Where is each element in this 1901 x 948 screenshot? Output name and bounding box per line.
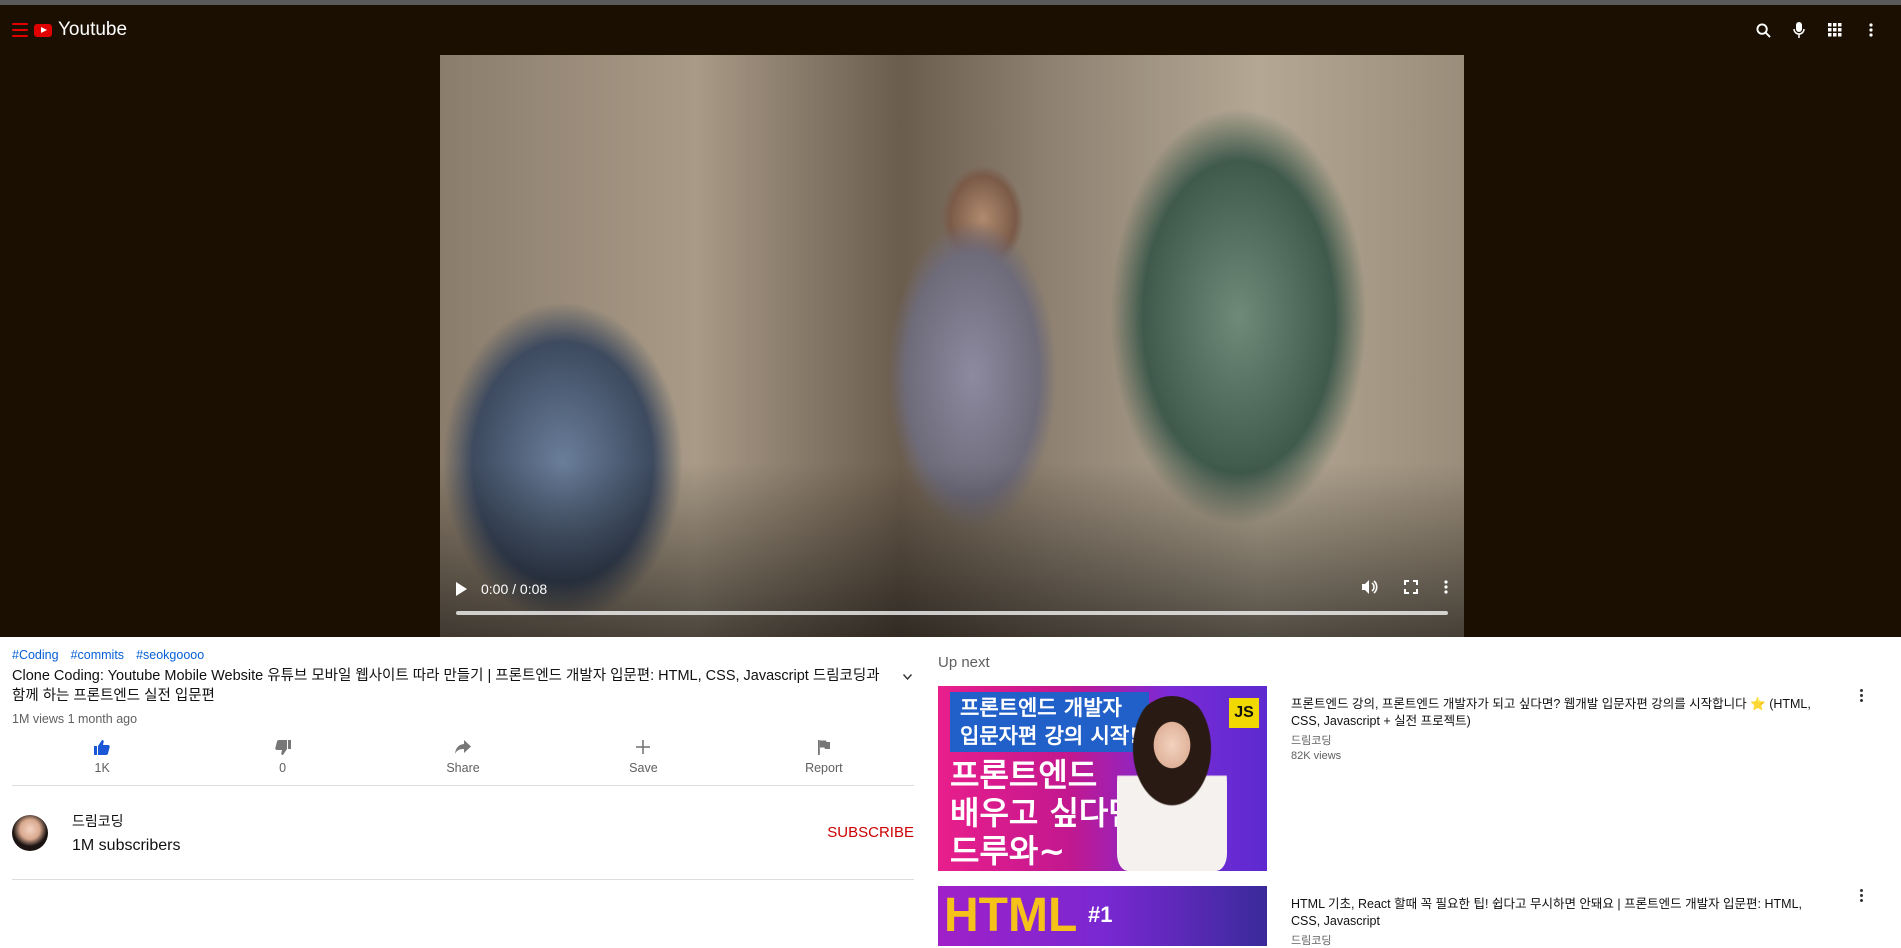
- video-meta: 1M views 1 month ago: [12, 712, 138, 726]
- more-vert-icon[interactable]: [1863, 22, 1879, 38]
- share-button[interactable]: Share: [373, 738, 553, 775]
- thumbnail-person: [1117, 696, 1227, 871]
- thumbs-up-icon: [93, 738, 111, 756]
- action-bar: 1K 0 Share Save Report: [12, 738, 914, 786]
- hashtag[interactable]: #commits: [71, 648, 124, 662]
- list-item[interactable]: 프론트엔드 개발자 입문자편 강의 시작! 프론트엔드 배우고 싶다면 드루와~ JS…: [938, 686, 1888, 871]
- fullscreen-icon[interactable]: [1404, 579, 1418, 598]
- thumbnail-caption: 프론트엔드 개발자 입문자편 강의 시작!: [950, 692, 1149, 752]
- header-actions: [1755, 22, 1879, 38]
- card-channel: 드림코딩: [1291, 735, 1332, 747]
- channel-text: 드림코딩 1M subscribers: [72, 811, 180, 855]
- thumbnail-headline: HTML: [944, 889, 1078, 942]
- hashtags: #Coding #commits #seokgoooo: [12, 648, 914, 662]
- progress-bar[interactable]: [456, 611, 1448, 615]
- thumbnail-number: #1: [1088, 902, 1113, 927]
- thumbnail-headline: 프론트엔드 배우고 싶다면 드루와~: [950, 756, 1138, 870]
- report-button[interactable]: Report: [734, 738, 914, 775]
- brand-name: Youtube: [58, 19, 128, 40]
- subscriber-count: 1M subscribers: [72, 836, 181, 854]
- more-vert-icon[interactable]: [1444, 579, 1448, 598]
- video-thumbnail[interactable]: 프론트엔드 개발자 입문자편 강의 시작! 프론트엔드 배우고 싶다면 드루와~ JS: [938, 686, 1267, 871]
- subscribe-button[interactable]: SUBSCRIBE: [827, 824, 914, 841]
- play-icon[interactable]: [456, 581, 467, 596]
- share-label: Share: [446, 761, 480, 775]
- controls-row: 0:00 / 0:08: [456, 579, 1448, 598]
- app-header: Youtube: [0, 5, 1901, 55]
- video-title: Clone Coding: Youtube Mobile Website 유튜브…: [12, 668, 880, 704]
- like-button[interactable]: 1K: [12, 738, 192, 775]
- controls-right: [1362, 579, 1448, 598]
- brand[interactable]: Youtube: [12, 19, 127, 41]
- dislike-button[interactable]: 0: [192, 738, 372, 775]
- more-vert-icon[interactable]: [1854, 686, 1868, 704]
- player-area: 0:00 / 0:08: [0, 55, 1901, 637]
- card-views: 82K views: [1291, 750, 1342, 762]
- like-count: 1K: [94, 761, 110, 775]
- hashtag[interactable]: #Coding: [12, 648, 59, 662]
- video-info: #Coding #commits #seokgoooo Clone Coding…: [12, 648, 914, 880]
- save-label: Save: [629, 761, 658, 775]
- video-controls: 0:00 / 0:08: [440, 567, 1464, 637]
- more-vert-icon[interactable]: [1854, 886, 1868, 904]
- video-player[interactable]: 0:00 / 0:08: [440, 55, 1464, 637]
- menu-icon[interactable]: [12, 23, 28, 37]
- channel-row: 드림코딩 1M subscribers SUBSCRIBE: [12, 786, 914, 880]
- video-thumbnail[interactable]: HTML #1: [938, 886, 1267, 946]
- card-title[interactable]: 프론트엔드 강의, 프론트엔드 개발자가 되고 싶다면? 웹개발 입문자편 강의…: [1291, 696, 1821, 730]
- share-icon: [454, 738, 472, 756]
- volume-icon[interactable]: [1362, 579, 1378, 598]
- report-label: Report: [805, 761, 843, 775]
- apps-grid-icon[interactable]: [1827, 22, 1843, 38]
- flag-icon: [815, 738, 833, 756]
- js-badge: JS: [1229, 698, 1259, 728]
- youtube-logo-icon: [34, 23, 52, 37]
- up-next-title: Up next: [938, 654, 990, 671]
- channel-name[interactable]: 드림코딩: [72, 811, 180, 831]
- time-display: 0:00 / 0:08: [481, 580, 548, 597]
- thumbs-down-icon: [274, 738, 292, 756]
- title-row: Clone Coding: Youtube Mobile Website 유튜브…: [12, 666, 914, 706]
- card-channel: 드림코딩: [1291, 935, 1332, 947]
- search-icon[interactable]: [1755, 22, 1771, 38]
- video-shade: [440, 55, 1464, 637]
- hashtag[interactable]: #seokgoooo: [136, 648, 204, 662]
- microphone-icon[interactable]: [1791, 22, 1807, 38]
- card-text: 프론트엔드 강의, 프론트엔드 개발자가 되고 싶다면? 웹개발 입문자편 강의…: [1291, 686, 1821, 871]
- save-button[interactable]: Save: [553, 738, 733, 775]
- card-title[interactable]: HTML 기초, React 할때 꼭 필요한 팁! 쉽다고 무시하면 안돼요 …: [1291, 896, 1821, 930]
- chevron-down-icon[interactable]: [900, 670, 914, 684]
- up-next-panel: Up next 프론트엔드 개발자 입문자편 강의 시작! 프론트엔드 배우고 싶다…: [938, 648, 1888, 948]
- plus-icon: [634, 738, 652, 756]
- dislike-count: 0: [279, 761, 287, 775]
- avatar[interactable]: [12, 814, 48, 851]
